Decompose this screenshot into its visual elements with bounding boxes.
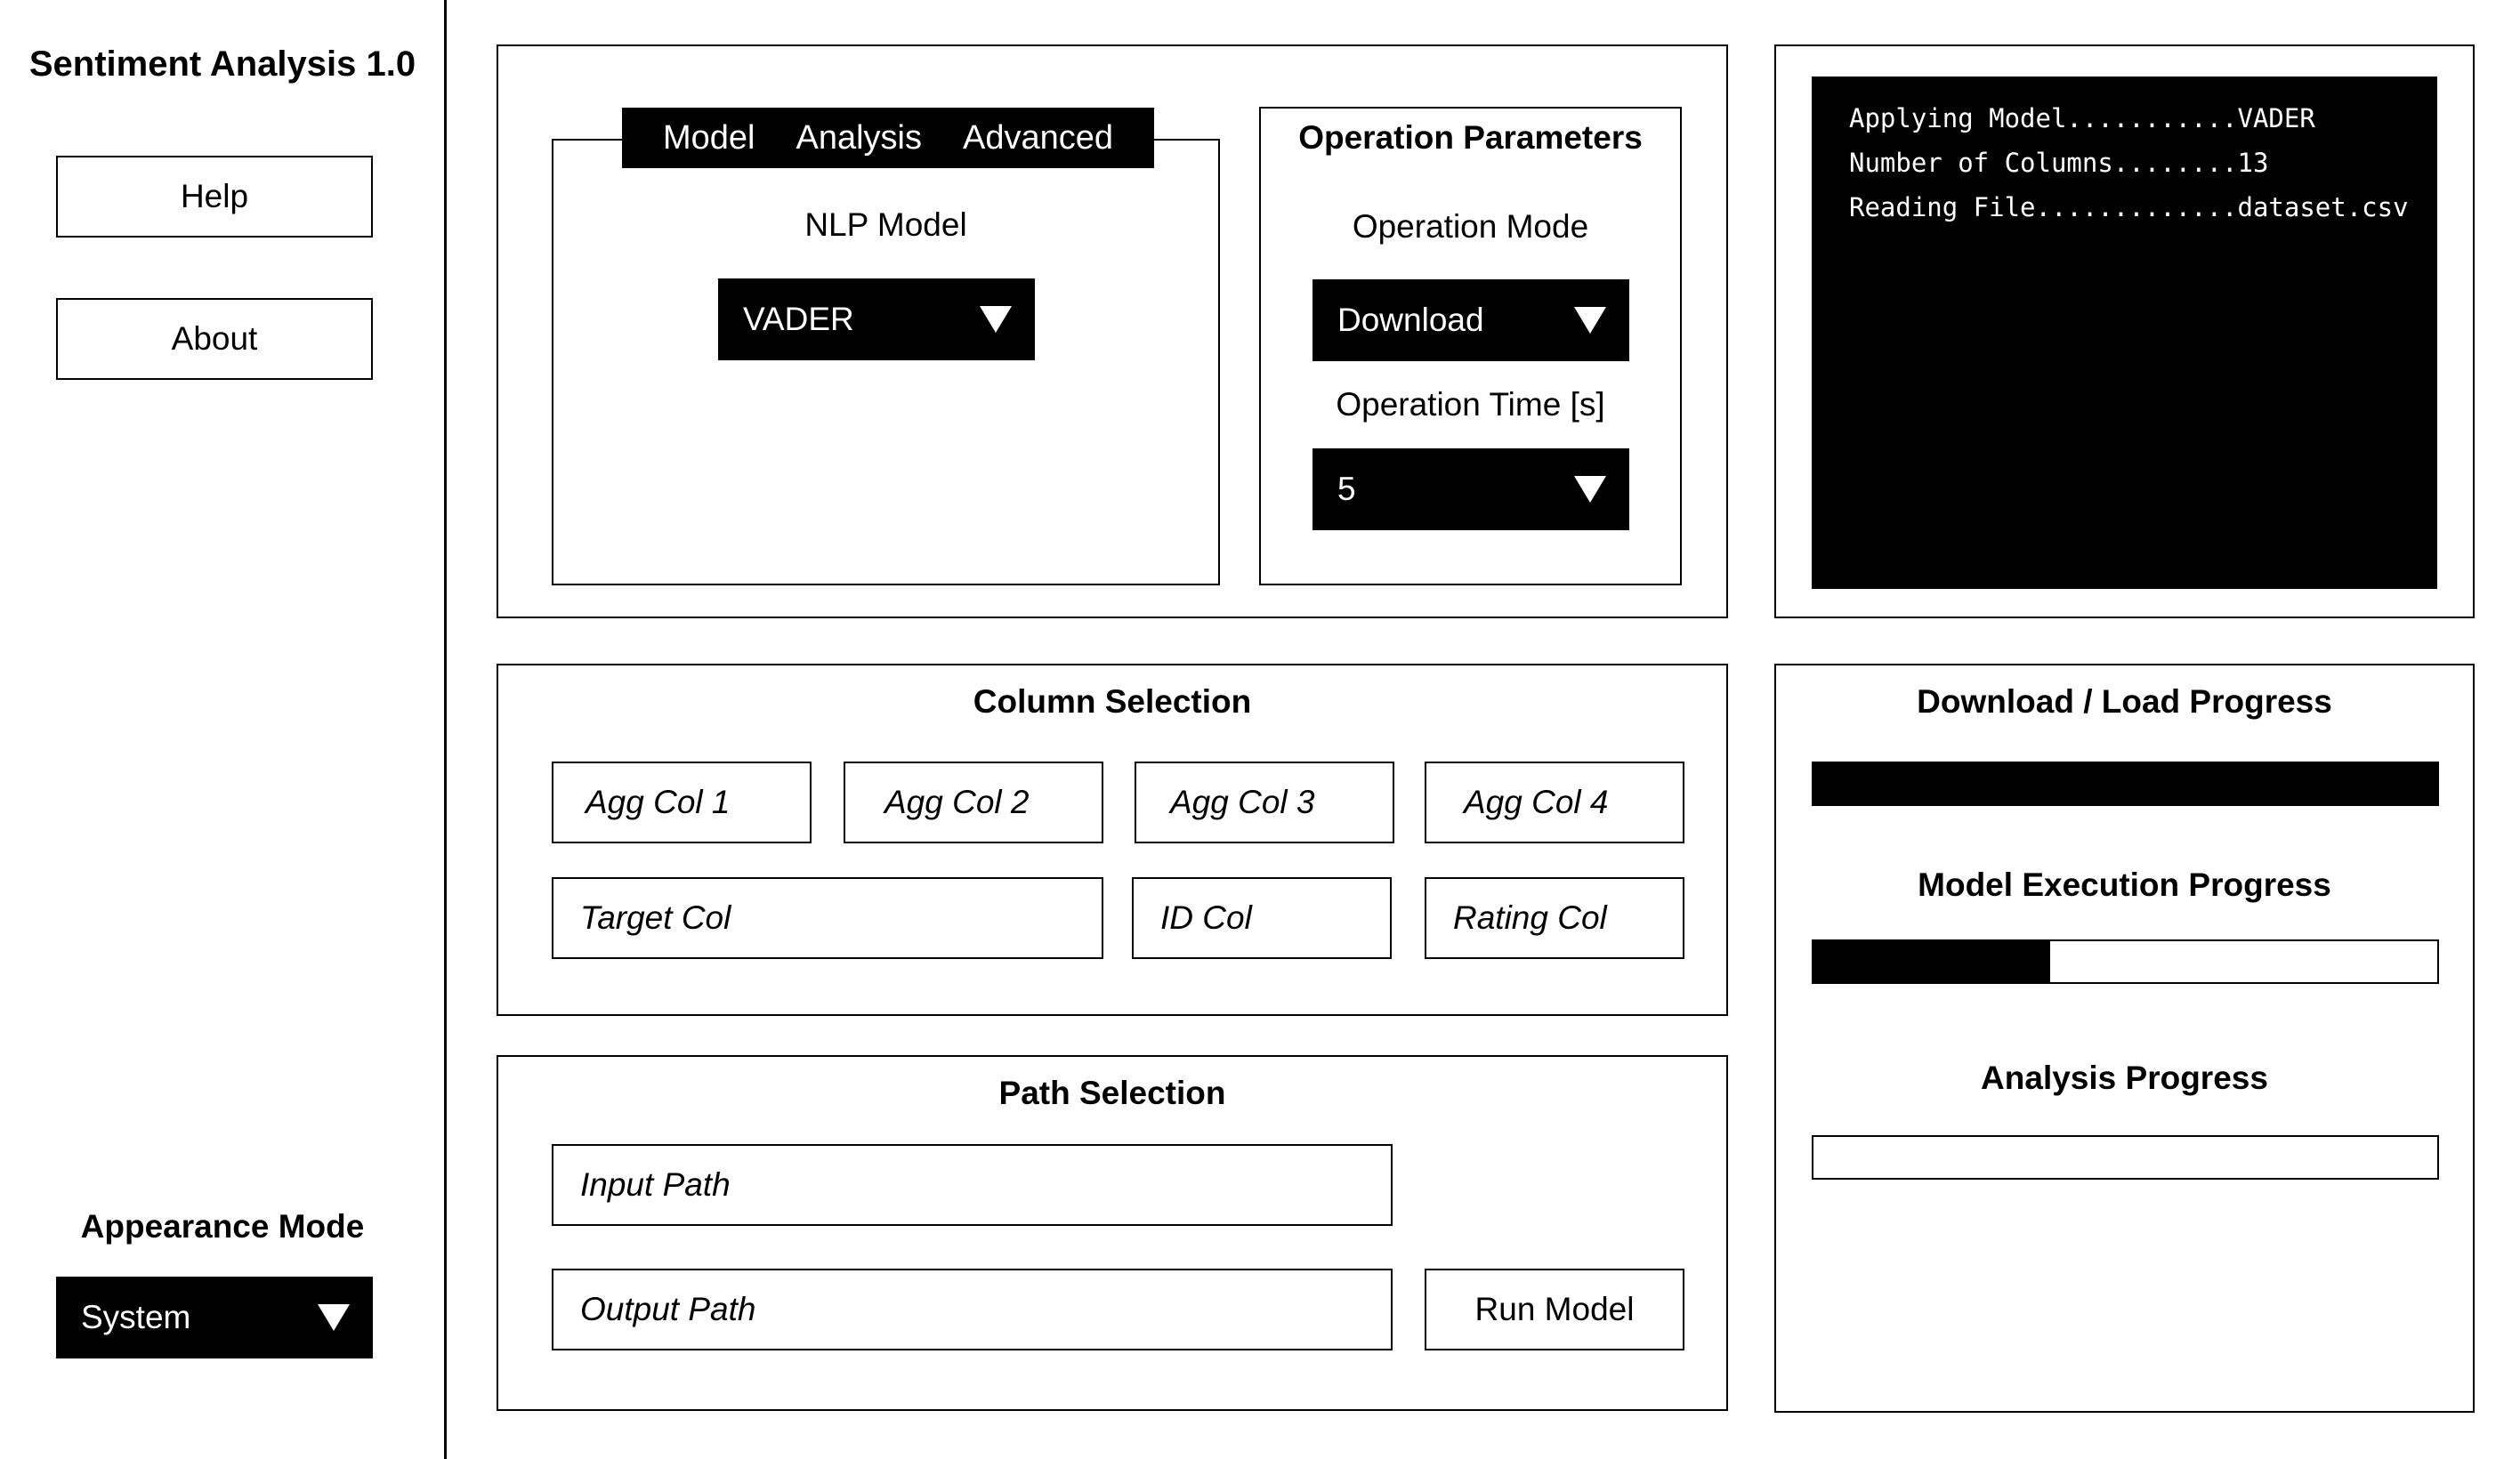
path-selection-panel: Path Selection Input Path Output Path Ru… — [497, 1055, 1728, 1411]
path-selection-title: Path Selection — [998, 1075, 1226, 1111]
chevron-down-icon — [1574, 476, 1606, 503]
target-col-input[interactable]: Target Col — [552, 877, 1103, 959]
tab-bar: Model Analysis Advanced — [622, 108, 1154, 168]
tab-model[interactable]: Model — [663, 119, 755, 157]
model-execution-progress-bar — [1812, 939, 2439, 984]
analysis-progress-title: Analysis Progress — [1981, 1060, 2268, 1096]
app-title: Sentiment Analysis 1.0 — [28, 44, 416, 84]
input-path-input[interactable]: Input Path — [552, 1144, 1393, 1226]
agg-col-2-input[interactable]: Agg Col 2 — [844, 762, 1103, 843]
help-button[interactable]: Help — [56, 156, 373, 238]
nlp-model-value: VADER — [743, 301, 854, 337]
nlp-model-label: NLP Model — [804, 206, 967, 243]
progress-panel: Download / Load Progress Model Execution… — [1774, 664, 2475, 1413]
operation-mode-value: Download — [1337, 302, 1484, 338]
console-line: Number of Columns........13 — [1849, 148, 2269, 178]
run-model-button[interactable]: Run Model — [1425, 1269, 1684, 1350]
console-line: Reading File.............dataset.csv — [1849, 192, 2409, 222]
operation-mode-dropdown[interactable]: Download — [1312, 279, 1629, 361]
tab-analysis[interactable]: Analysis — [796, 119, 922, 157]
operation-time-label: Operation Time [s] — [1336, 386, 1605, 423]
operation-parameters-title: Operation Parameters — [1298, 119, 1643, 156]
about-button[interactable]: About — [56, 298, 373, 380]
console-panel: Applying Model...........VADER Number of … — [1774, 44, 2475, 618]
download-progress-title: Download / Load Progress — [1917, 683, 2332, 720]
download-progress-fill — [1813, 763, 2437, 804]
agg-col-1-input[interactable]: Agg Col 1 — [552, 762, 812, 843]
operation-parameters-panel: Operation Parameters Operation Mode Down… — [1259, 107, 1682, 585]
output-path-input[interactable]: Output Path — [552, 1269, 1393, 1350]
operation-mode-label: Operation Mode — [1352, 208, 1589, 245]
console-output[interactable]: Applying Model...........VADER Number of … — [1812, 77, 2437, 589]
operation-time-value: 5 — [1337, 471, 1356, 507]
appearance-mode-title: Appearance Mode — [80, 1208, 365, 1245]
download-progress-bar — [1812, 762, 2439, 806]
column-selection-panel: Column Selection Agg Col 1 Agg Col 2 Agg… — [497, 664, 1728, 1016]
appearance-mode-dropdown[interactable]: System — [56, 1277, 373, 1358]
id-col-input[interactable]: ID Col — [1132, 877, 1392, 959]
agg-col-4-input[interactable]: Agg Col 4 — [1425, 762, 1684, 843]
column-selection-title: Column Selection — [973, 683, 1252, 720]
analysis-progress-bar — [1812, 1135, 2439, 1180]
nlp-model-dropdown[interactable]: VADER — [718, 278, 1035, 360]
chevron-down-icon — [318, 1304, 350, 1331]
chevron-down-icon — [980, 306, 1012, 333]
chevron-down-icon — [1574, 307, 1606, 334]
operation-time-dropdown[interactable]: 5 — [1312, 448, 1629, 530]
model-execution-progress-fill — [1813, 941, 2051, 982]
model-tabview: NLP Model VADER — [552, 139, 1220, 585]
rating-col-input[interactable]: Rating Col — [1425, 877, 1684, 959]
console-line: Applying Model...........VADER — [1849, 103, 2315, 133]
tab-advanced[interactable]: Advanced — [963, 119, 1113, 157]
agg-col-3-input[interactable]: Agg Col 3 — [1135, 762, 1394, 843]
sidebar: Sentiment Analysis 1.0 Help About Appear… — [0, 0, 447, 1459]
model-execution-progress-title: Model Execution Progress — [1918, 867, 2331, 903]
appearance-mode-value: System — [81, 1299, 191, 1335]
